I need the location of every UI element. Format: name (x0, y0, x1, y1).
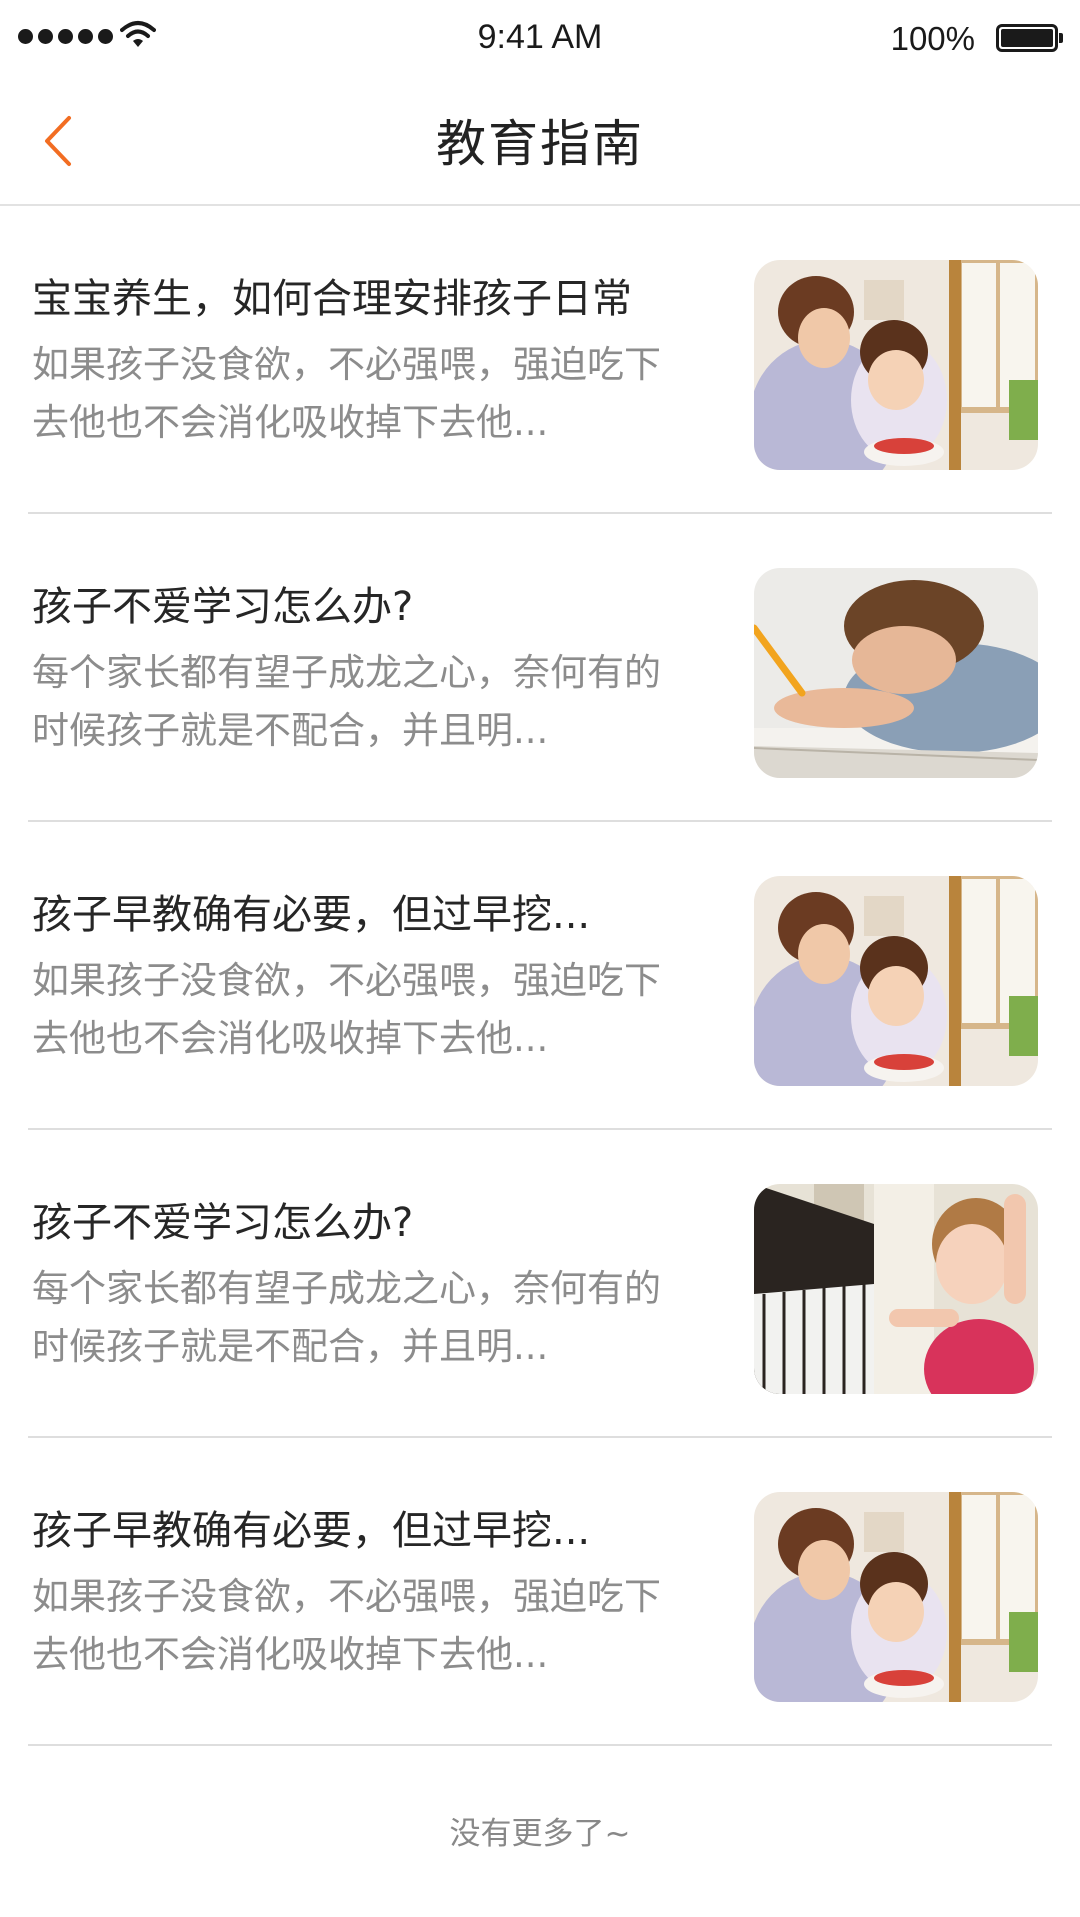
page-title: 教育指南 (436, 115, 644, 173)
article-list-item[interactable]: 宝宝养生，如何合理安排孩子日常 如果孩子没食欲，不必强喂，强迫吃下去他也不会消化… (0, 206, 1080, 514)
article-list-item[interactable]: 孩子不爱学习怎么办? 每个家长都有望子成龙之心，奈何有的时候孩子就是不配合，并且… (0, 1130, 1080, 1438)
no-more-content-label: 没有更多了~ (449, 1816, 631, 1852)
battery-percent: 100% (890, 20, 975, 57)
article-list-item[interactable]: 孩子早教确有必要，但过早挖... 如果孩子没食欲，不必强喂，强迫吃下去他也不会消… (0, 1438, 1080, 1746)
mother-and-daughter-photo (754, 1492, 1038, 1702)
article-title: 孩子不爱学习怎么办? (32, 584, 414, 630)
article-title: 孩子不爱学习怎么办? (32, 1200, 414, 1246)
article-title: 宝宝养生，如何合理安排孩子日常 (32, 276, 632, 322)
boy-writing-homework-photo (754, 568, 1038, 778)
article-summary: 每个家长都有望子成龙之心，奈何有的时候孩子就是不配合，并且明... (32, 651, 661, 752)
article-list: 宝宝养生，如何合理安排孩子日常 如果孩子没食欲，不必强喂，强迫吃下去他也不会消化… (0, 206, 1080, 1746)
battery-icon (996, 24, 1063, 52)
mother-and-daughter-photo (754, 260, 1038, 470)
article-title: 孩子早教确有必要，但过早挖... (32, 892, 591, 938)
status-bar: 9:41 AM 100% (0, 0, 1080, 78)
navigation-bar: 教育指南 (0, 78, 1080, 206)
article-summary: 如果孩子没食欲，不必强喂，强迫吃下去他也不会消化吸收掉下去他... (32, 343, 661, 444)
article-title: 孩子早教确有必要，但过早挖... (32, 1508, 591, 1554)
girl-playing-piano-photo (754, 1184, 1038, 1394)
article-summary: 每个家长都有望子成龙之心，奈何有的时候孩子就是不配合，并且明... (32, 1267, 661, 1368)
article-list-item[interactable]: 孩子不爱学习怎么办? 每个家长都有望子成龙之心，奈何有的时候孩子就是不配合，并且… (0, 514, 1080, 822)
list-divider (28, 1744, 1052, 1746)
article-summary: 如果孩子没食欲，不必强喂，强迫吃下去他也不会消化吸收掉下去他... (32, 959, 661, 1060)
article-summary: 如果孩子没食欲，不必强喂，强迫吃下去他也不会消化吸收掉下去他... (32, 1575, 661, 1676)
article-list-item[interactable]: 孩子早教确有必要，但过早挖... 如果孩子没食欲，不必强喂，强迫吃下去他也不会消… (0, 822, 1080, 1130)
mother-and-daughter-photo (754, 876, 1038, 1086)
